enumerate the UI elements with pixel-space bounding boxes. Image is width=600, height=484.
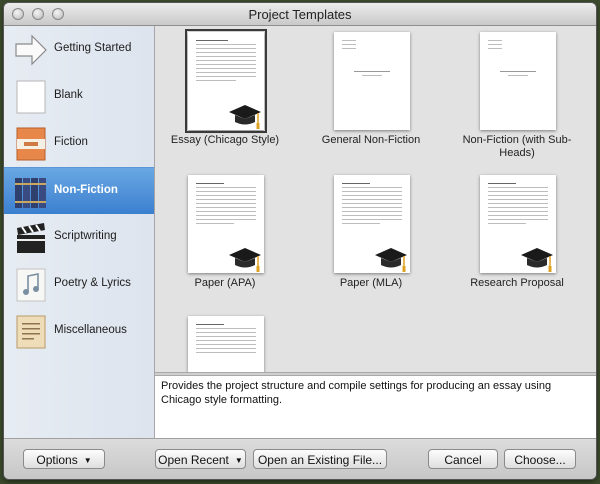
template-thumbnail (480, 175, 556, 273)
template-paper-mla[interactable]: Paper (MLA) (301, 169, 441, 305)
template-label: Paper (APA) (194, 277, 256, 289)
options-button[interactable]: Options ▼ (23, 449, 105, 469)
template-item-partial[interactable] (155, 310, 295, 372)
sidebar-item-label: Blank (54, 89, 83, 101)
template-thumbnail (334, 175, 410, 273)
books-icon (14, 175, 46, 209)
music-note-icon (14, 268, 46, 302)
options-button-label: Options (36, 453, 78, 467)
template-thumbnail (185, 29, 267, 133)
sidebar-item-miscellaneous[interactable]: Miscellaneous (4, 308, 154, 355)
graduation-cap-icon (375, 248, 407, 272)
template-non-fiction-sub-heads[interactable]: Non-Fiction (with Sub-Heads) (447, 26, 587, 162)
sidebar-item-label: Miscellaneous (54, 324, 127, 336)
clapperboard-icon (14, 221, 46, 255)
template-paper-apa[interactable]: Paper (APA) (155, 169, 295, 305)
sidebar-item-blank[interactable]: Blank (4, 73, 154, 120)
chevron-down-icon: ▼ (83, 456, 92, 465)
sidebar-item-label: Fiction (54, 136, 88, 148)
template-thumbnail (334, 32, 410, 130)
template-thumbnail (188, 175, 264, 273)
graduation-cap-icon (229, 105, 261, 129)
template-label: Research Proposal (470, 277, 564, 289)
template-label: General Non-Fiction (321, 134, 421, 146)
template-thumbnail (188, 316, 264, 372)
template-description-pane: Provides the project structure and compi… (155, 376, 596, 438)
template-label: Paper (MLA) (339, 277, 403, 289)
template-label: Non-Fiction (with Sub-Heads) (462, 134, 572, 159)
window-title: Project Templates (248, 7, 352, 22)
graduation-cap-icon (229, 248, 261, 272)
title-bar: Project Templates (4, 3, 596, 26)
sidebar-item-label: Scriptwriting (54, 230, 117, 242)
template-general-non-fiction[interactable]: General Non-Fiction (301, 26, 441, 162)
sidebar-item-getting-started[interactable]: Getting Started (4, 26, 154, 73)
sidebar-item-poetry-lyrics[interactable]: Poetry & Lyrics (4, 261, 154, 308)
template-thumbnail (480, 32, 556, 130)
arrow-icon (14, 33, 47, 67)
sidebar-item-fiction[interactable]: Fiction (4, 120, 154, 167)
open-recent-button-label: Open Recent (158, 453, 229, 467)
cancel-button[interactable]: Cancel (428, 449, 498, 469)
blank-page-icon (14, 80, 46, 114)
open-recent-button[interactable]: Open Recent ▼ (155, 449, 246, 469)
open-existing-file-button[interactable]: Open an Existing File... (253, 449, 387, 469)
template-grid[interactable]: Essay (Chicago Style) General Non-Fictio… (155, 26, 596, 372)
chevron-down-icon: ▼ (234, 456, 243, 465)
template-research-proposal[interactable]: Research Proposal (447, 169, 587, 305)
sidebar-item-label: Getting Started (54, 42, 132, 54)
sidebar-item-label: Non-Fiction (54, 184, 118, 196)
choose-button[interactable]: Choose... (504, 449, 576, 469)
project-templates-window: Project Templates Getting Started Blank … (4, 3, 596, 479)
graduation-cap-icon (521, 248, 553, 272)
sidebar-item-scriptwriting[interactable]: Scriptwriting (4, 214, 154, 261)
book-icon (14, 127, 46, 161)
template-description: Provides the project structure and compi… (161, 380, 552, 406)
template-label: Essay (Chicago Style) (170, 134, 280, 146)
dialog-footer: Options ▼ Open Recent ▼ Open an Existing F… (4, 438, 596, 479)
sidebar-item-label: Poetry & Lyrics (54, 277, 131, 289)
sidebar-item-non-fiction[interactable]: Non-Fiction (4, 167, 154, 214)
template-essay-chicago[interactable]: Essay (Chicago Style) (155, 26, 295, 162)
parchment-icon (14, 315, 46, 349)
category-sidebar: Getting Started Blank Fiction Non-Fictio… (4, 26, 155, 438)
